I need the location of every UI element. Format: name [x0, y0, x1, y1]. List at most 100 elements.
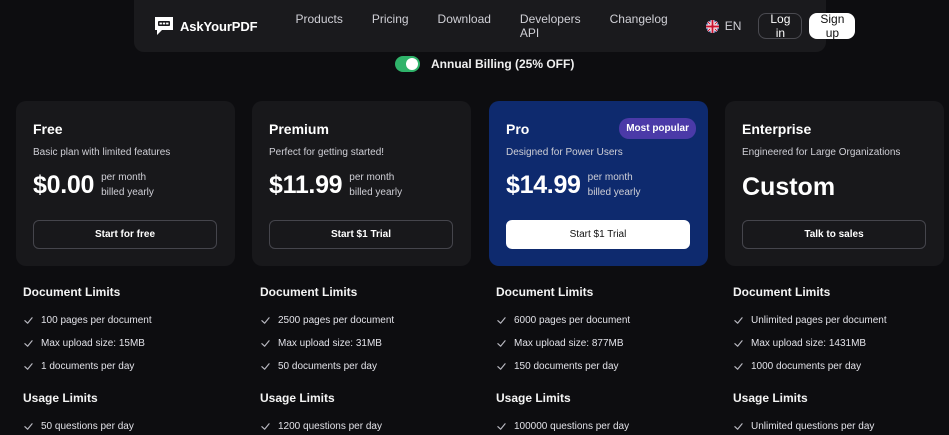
nav-link-products[interactable]: Products — [296, 12, 343, 40]
feature-text: 100000 questions per day — [514, 421, 630, 432]
plan-price: $14.99 — [506, 170, 581, 199]
brand-name: AskYourPDF — [180, 18, 258, 34]
usage-features: Unlimited questions per day — [733, 415, 949, 435]
billed-yearly-label: billed yearly — [101, 187, 154, 198]
check-icon — [24, 423, 33, 430]
login-button[interactable]: Log in — [758, 12, 803, 40]
features-premium: Document Limits 2500 pages per document … — [260, 285, 480, 435]
list-item: 50 documents per day — [260, 355, 480, 378]
nav-link-pricing[interactable]: Pricing — [372, 12, 409, 40]
document-features: 100 pages per document Max upload size: … — [23, 309, 243, 378]
billed-yearly-label: billed yearly — [349, 187, 403, 198]
features-pro: Document Limits 6000 pages per document … — [496, 285, 716, 435]
list-item: Unlimited pages per document — [733, 309, 949, 332]
start-free-button[interactable]: Start for free — [33, 220, 217, 249]
usage-limits-title: Usage Limits — [733, 391, 808, 405]
document-features: 6000 pages per document Max upload size:… — [496, 309, 716, 378]
start-trial-button-pro[interactable]: Start $1 Trial — [506, 220, 690, 249]
feature-text: 2500 pages per document — [278, 315, 395, 326]
feature-text: Max upload size: 877MB — [514, 338, 624, 349]
check-icon — [261, 423, 270, 430]
feature-text: 6000 pages per document — [514, 315, 631, 326]
document-limits-title: Document Limits — [496, 285, 594, 299]
list-item: 100000 questions per day — [496, 415, 716, 435]
feature-text: 1200 questions per day — [278, 421, 382, 432]
nav-link-download[interactable]: Download — [438, 12, 491, 40]
annual-billing-label: Annual Billing (25% OFF) — [431, 57, 575, 71]
list-item: 100 pages per document — [23, 309, 243, 332]
feature-text: 50 documents per day — [278, 361, 377, 372]
feature-text: Unlimited pages per document — [751, 315, 887, 326]
list-item: 1200 questions per day — [260, 415, 480, 435]
list-item: 150 documents per day — [496, 355, 716, 378]
talk-to-sales-button[interactable]: Talk to sales — [742, 220, 926, 249]
pricing-page: AskYourPDF Products Pricing Download Dev… — [0, 0, 949, 435]
check-icon — [497, 317, 506, 324]
check-icon — [497, 340, 506, 347]
list-item: Unlimited questions per day — [733, 415, 949, 435]
price-row: $0.00 per month billed yearly — [33, 170, 154, 200]
plan-card-free: Free Basic plan with limited features $0… — [16, 101, 235, 266]
feature-text: 100 pages per document — [41, 315, 152, 326]
billing-period: per month billed yearly — [588, 170, 641, 200]
per-month-label: per month — [587, 172, 633, 183]
per-month-label: per month — [349, 172, 395, 183]
plan-price: $11.99 — [269, 170, 343, 199]
feature-text: 1 documents per day — [41, 361, 135, 372]
check-icon — [734, 317, 743, 324]
usage-features: 100000 questions per day — [496, 415, 716, 435]
billing-period: per month billed yearly — [101, 170, 154, 200]
plan-title: Premium — [269, 121, 329, 137]
document-limits-title: Document Limits — [23, 285, 121, 299]
billing-period: per month billed yearly — [349, 170, 402, 200]
check-icon — [261, 363, 270, 370]
list-item: 1000 documents per day — [733, 355, 949, 378]
usage-features: 1200 questions per day — [260, 415, 480, 435]
document-limits-title: Document Limits — [733, 285, 831, 299]
list-item: 50 questions per day — [23, 415, 243, 435]
list-item: Max upload size: 1431MB — [733, 332, 949, 355]
plan-subtitle: Designed for Power Users — [506, 147, 623, 158]
usage-features: 50 questions per day — [23, 415, 243, 435]
language-selector[interactable]: EN — [705, 19, 741, 33]
check-icon — [24, 340, 33, 347]
price-row: $11.99 per month billed yearly — [269, 170, 402, 200]
list-item: Max upload size: 15MB — [23, 332, 243, 355]
plan-subtitle: Engineered for Large Organizations — [742, 147, 901, 158]
plan-card-enterprise: Enterprise Engineered for Large Organiza… — [725, 101, 944, 266]
feature-text: Max upload size: 1431MB — [751, 338, 867, 349]
plan-subtitle: Perfect for getting started! — [269, 147, 385, 158]
plan-price-custom: Custom — [742, 173, 836, 201]
start-trial-button-premium[interactable]: Start $1 Trial — [269, 220, 453, 249]
plan-card-pro: Pro Most popular Designed for Power User… — [489, 101, 708, 266]
signup-button[interactable]: Sign up — [809, 12, 856, 40]
plan-subtitle: Basic plan with limited features — [33, 147, 171, 158]
annual-billing-toggle[interactable] — [395, 56, 420, 72]
check-icon — [24, 363, 33, 370]
uk-flag-icon — [705, 19, 719, 33]
features-free: Document Limits 100 pages per document M… — [23, 285, 243, 435]
check-icon — [261, 340, 270, 347]
document-features: Unlimited pages per document Max upload … — [733, 309, 949, 378]
usage-limits-title: Usage Limits — [23, 391, 98, 405]
feature-text: Unlimited questions per day — [751, 421, 875, 432]
most-popular-badge: Most popular — [619, 118, 696, 139]
list-item: 6000 pages per document — [496, 309, 716, 332]
brand-logo[interactable]: AskYourPDF — [152, 14, 258, 38]
price-row: $14.99 per month billed yearly — [506, 170, 640, 200]
nav-link-changelog[interactable]: Changelog — [610, 12, 668, 40]
check-icon — [261, 317, 270, 324]
nav-link-developers-api[interactable]: Developers API — [520, 12, 581, 40]
billed-yearly-label: billed yearly — [587, 187, 641, 198]
plan-price: $0.00 — [33, 170, 95, 199]
list-item: Max upload size: 877MB — [496, 332, 716, 355]
usage-limits-title: Usage Limits — [496, 391, 571, 405]
plan-title: Pro — [506, 121, 530, 137]
check-icon — [497, 423, 506, 430]
feature-text: Max upload size: 31MB — [278, 338, 382, 349]
toggle-knob — [406, 58, 418, 70]
top-nav: AskYourPDF Products Pricing Download Dev… — [134, 0, 856, 52]
plan-title: Free — [33, 121, 63, 137]
list-item: 1 documents per day — [23, 355, 243, 378]
check-icon — [24, 317, 33, 324]
